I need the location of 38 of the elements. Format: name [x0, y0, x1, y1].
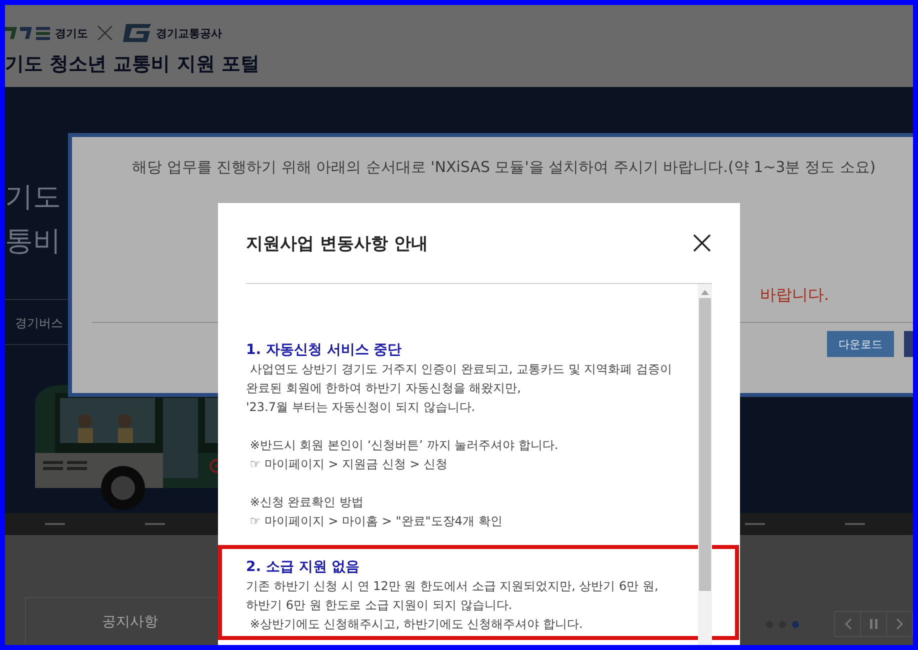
- pause-icon: [870, 618, 878, 630]
- hero-title: 통비: [5, 223, 61, 259]
- body-text: ☞ 마이페이지 > 마이홈 > "완료"도장4개 확인: [248, 513, 504, 530]
- menu-item[interactable]: 경기버스: [15, 316, 63, 330]
- partner-logo-icon: [122, 22, 152, 44]
- warning-text: 바랍니다.: [760, 285, 830, 306]
- body-text: 완료된 회원에 한하여 하반기 자동신청을 해왔지만,: [246, 380, 522, 397]
- previous-button[interactable]: [834, 611, 861, 637]
- body-text: 하반기 6만 원 한도로 소급 지원이 되지 않습니다.: [246, 597, 514, 614]
- notice-title: 공지사항: [102, 612, 158, 630]
- download-button[interactable]: 다운로드: [827, 331, 894, 357]
- carousel-dot[interactable]: [792, 620, 799, 628]
- body-text: 사업연도 상반기 경기도 거주지 인증이 완료되고, 교통카드 및 지역화폐 검증이: [248, 361, 673, 378]
- pause-button[interactable]: [860, 611, 887, 637]
- chevron-left-icon: [844, 618, 852, 630]
- scrollbar[interactable]: [698, 284, 712, 645]
- logo-text: 경기도: [55, 26, 88, 40]
- body-text: ☞ 마이페이지 > 지원금 신청 > 신청: [248, 456, 449, 473]
- body-text: 기존 하반기 신청 시 연 12만 원 한도에서 소급 지원되었지만, 상반기 6만 원,: [246, 578, 660, 595]
- section-heading: 2. 소급 지원 없음: [246, 558, 361, 577]
- body-text: '23.7월 부터는 자동신청이 되지 않습니다.: [246, 399, 476, 416]
- install-message: 해당 업무를 진행하기 위해 아래의 순서대로 'NXiSAS 모듈'을 설치하여 주시기 바랍니다.(약 1~3분 정도 소요): [132, 158, 876, 177]
- partner-logo-text: 경기교통공사: [156, 26, 222, 40]
- cross-icon: [96, 24, 114, 42]
- next-button[interactable]: [886, 611, 913, 637]
- stripes-logo-icon: [5, 25, 51, 41]
- section-heading: 1. 자동신청 서비스 중단: [246, 341, 403, 360]
- body-text: ※상반기에도 신청해주시고, 하반기에도 신청해주셔야 합니다.: [248, 616, 584, 633]
- site-title: 기도 청소년 교통비 지원 포털: [5, 52, 260, 77]
- close-icon: [693, 234, 711, 252]
- body-text: ※반드시 회원 본인이 ‘신청버튼’ 까지 눌러주셔야 합니다.: [248, 437, 560, 454]
- hero-title: 기도: [5, 179, 61, 215]
- body-text: ※신청 완료확인 방법: [248, 494, 365, 511]
- scrollbar-thumb[interactable]: [699, 298, 711, 591]
- chevron-right-icon: [896, 618, 904, 630]
- close-button[interactable]: [692, 233, 712, 253]
- scroll-up-icon: [701, 290, 709, 295]
- dialog-title: 지원사업 변동사항 안내: [246, 232, 428, 254]
